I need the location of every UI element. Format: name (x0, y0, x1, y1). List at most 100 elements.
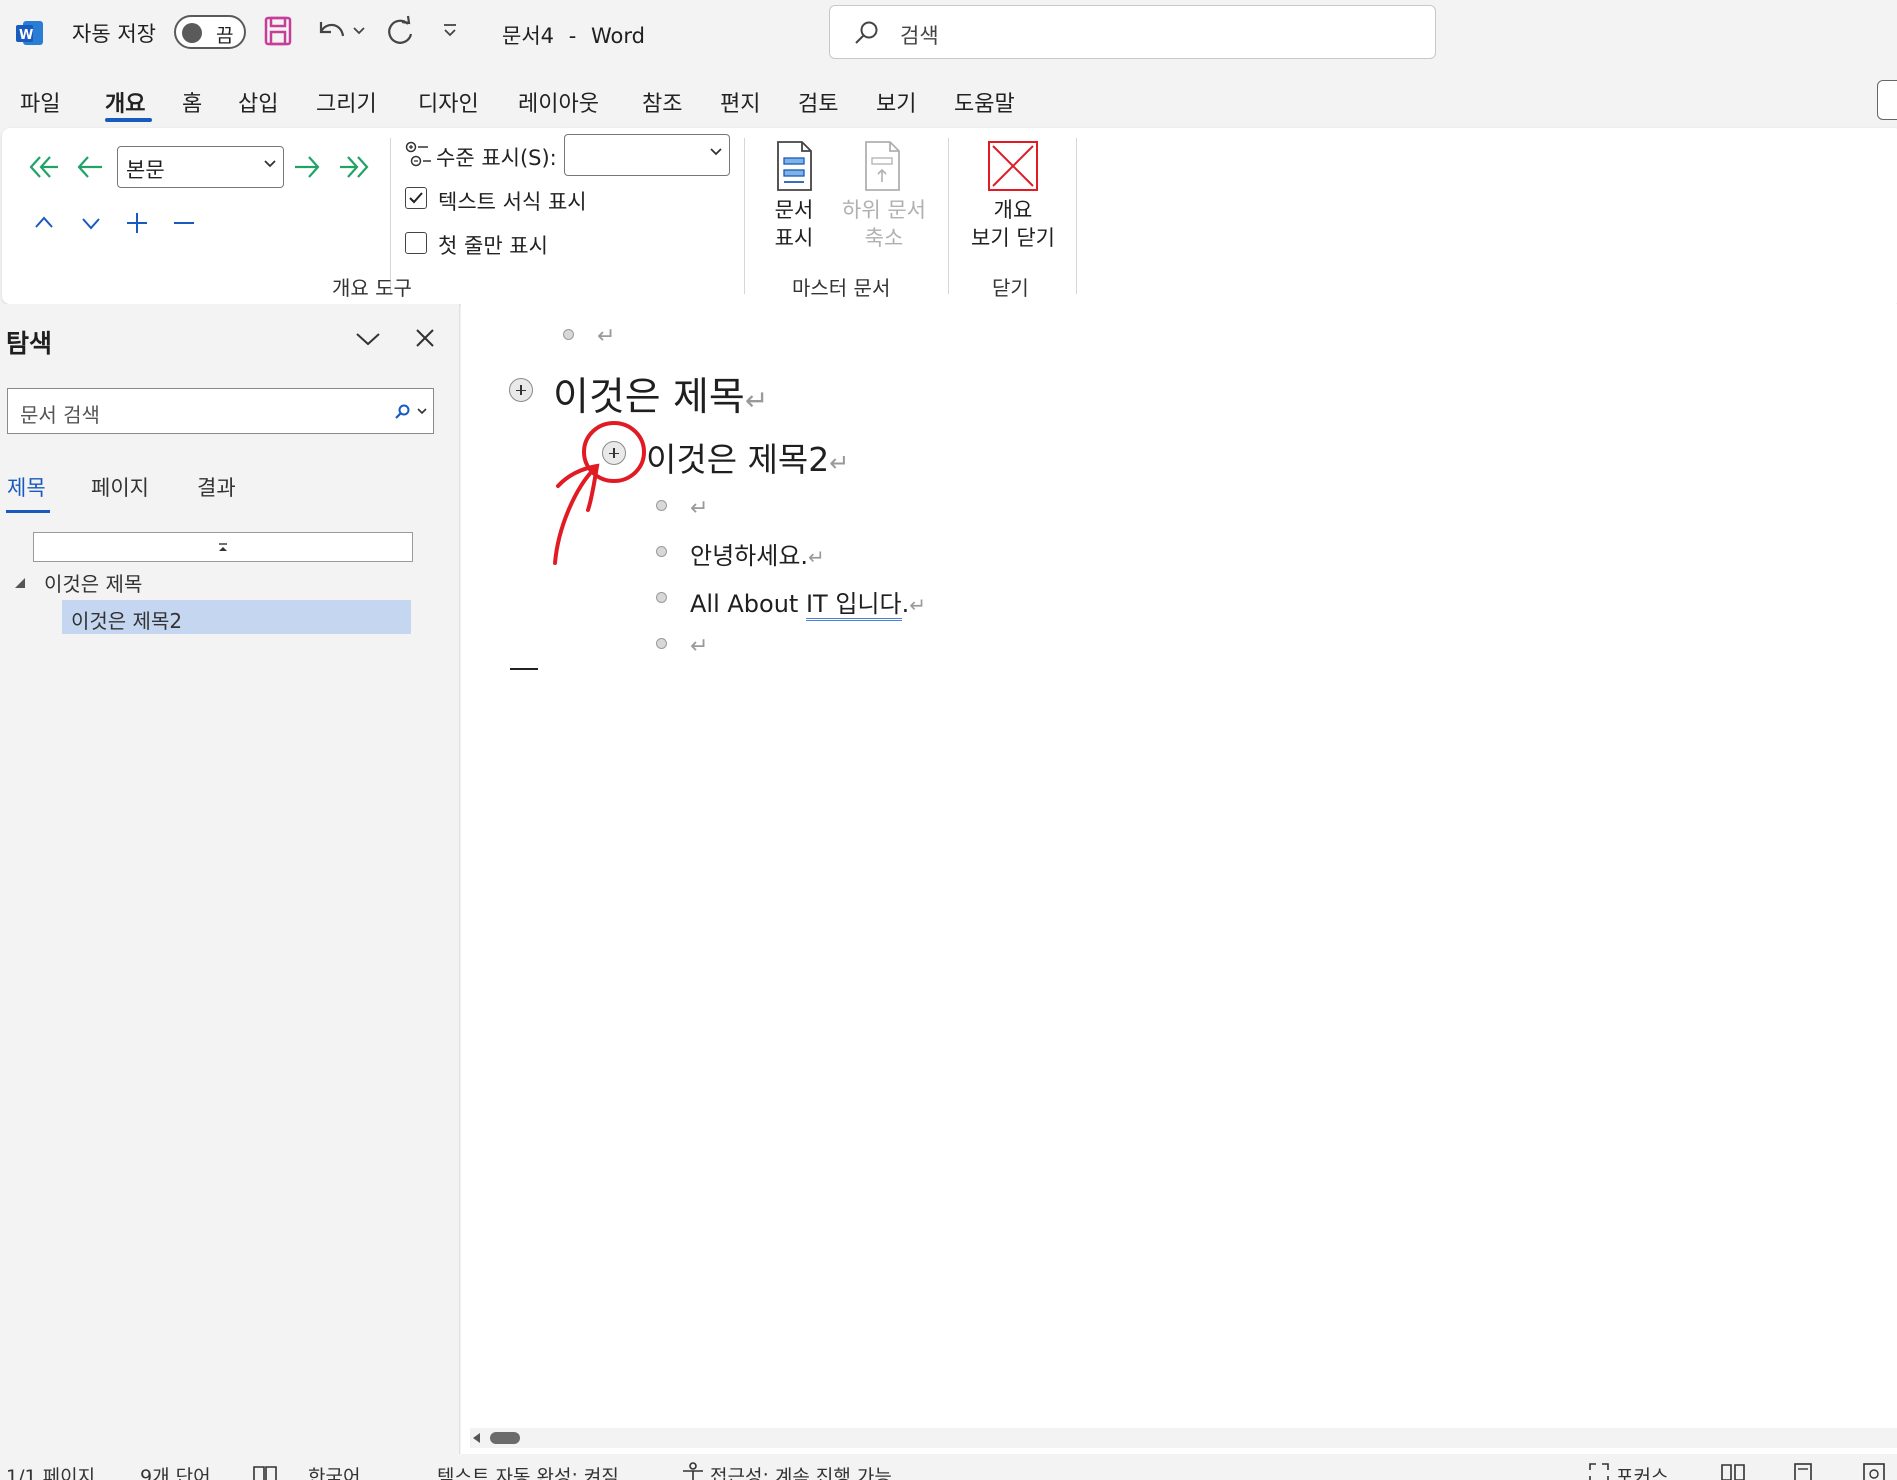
move-down-icon[interactable] (79, 212, 103, 234)
outline-level-select[interactable]: 본문 (117, 146, 284, 188)
app-name: Word (590, 24, 645, 48)
print-layout-icon[interactable] (1792, 1462, 1814, 1480)
tab-outline[interactable]: 개요 (105, 86, 145, 118)
title-bar: W 자동 저장 끔 문서4 - Word 검색 (0, 0, 1897, 66)
demote-to-body-icon[interactable] (338, 154, 370, 180)
close-pane-icon[interactable] (413, 326, 437, 350)
svg-text:W: W (19, 28, 33, 43)
page-count[interactable]: 1/1 페이지 (6, 1462, 95, 1480)
focus-icon[interactable] (1588, 1462, 1610, 1480)
outline-tools-group-label: 개요 도구 (332, 276, 412, 300)
undo-icon[interactable] (313, 14, 349, 48)
scroll-left-icon[interactable] (470, 1431, 484, 1445)
collapse-icon[interactable] (172, 211, 196, 235)
read-mode-icon[interactable] (1720, 1462, 1746, 1480)
tab-references[interactable]: 참조 (642, 86, 682, 118)
heading-1-text: 이것은 제목 (553, 375, 745, 420)
collapse-subdocuments-icon (865, 141, 900, 191)
tab-home[interactable]: 홈 (182, 86, 202, 118)
close-outline-view-icon[interactable] (987, 140, 1039, 192)
promote-to-heading1-icon[interactable] (28, 154, 60, 180)
pane-options-chevron-icon[interactable] (354, 328, 382, 350)
move-up-icon[interactable] (32, 212, 56, 234)
web-layout-icon[interactable] (1862, 1462, 1886, 1480)
autosave-label: 자동 저장 (72, 22, 156, 46)
accessibility-icon[interactable] (680, 1462, 706, 1480)
body-bullet (563, 329, 574, 340)
document-name: 문서4 (502, 24, 555, 48)
customize-toolbar-icon[interactable] (441, 22, 459, 40)
proofing-icon[interactable] (252, 1464, 280, 1480)
close-group-label: 닫기 (992, 276, 1029, 300)
nav-heading-2[interactable]: 이것은 제목2 (62, 600, 411, 634)
tab-layout[interactable]: 레이아웃 (518, 86, 599, 118)
show-first-line-only-checkbox[interactable] (405, 232, 427, 254)
tab-mailings[interactable]: 편지 (720, 86, 760, 118)
tab-insert[interactable]: 삽입 (238, 86, 278, 118)
nav-tab-headings[interactable]: 제목 (7, 472, 46, 502)
document-search-input[interactable]: 문서 검색 (7, 388, 434, 434)
heading-expand-icon[interactable] (509, 378, 533, 402)
save-icon[interactable] (263, 14, 293, 48)
horizontal-scrollbar[interactable] (470, 1428, 1897, 1448)
show-document-label-1: 문서 (774, 198, 814, 222)
grammar-underlined-text[interactable]: IT 입니다 (805, 590, 902, 621)
tab-draw[interactable]: 그리기 (316, 86, 377, 118)
group-separator (390, 138, 391, 294)
collapse-triangle-icon[interactable] (13, 576, 27, 590)
search-icon[interactable] (393, 403, 411, 421)
show-level-label: 수준 표시(S): (436, 146, 557, 170)
scrollbar-thumb[interactable] (490, 1432, 520, 1444)
heading-1[interactable]: 이것은 제목↵ (553, 366, 768, 422)
body-paragraph-2[interactable]: All About IT 입니다.↵ (690, 584, 926, 621)
close-outline-label-1: 개요 (993, 198, 1033, 222)
word-count[interactable]: 9개 단어 (140, 1462, 211, 1480)
navigation-pane: 탐색 문서 검색 제목 페이지 결과 이것은 제목 이것은 제목2 (0, 304, 460, 1454)
language[interactable]: 한국어 (308, 1462, 360, 1480)
paragraph-mark: ↵ (744, 384, 769, 417)
tab-view[interactable]: 보기 (876, 86, 916, 118)
nav-heading-1[interactable]: 이것은 제목 (44, 568, 142, 597)
word-window: W 자동 저장 끔 문서4 - Word 검색 파일 개요 홈 삽입 그리기 디… (0, 0, 1897, 1480)
focus-mode[interactable]: 포커스 (1616, 1462, 1668, 1480)
demote-icon[interactable] (292, 154, 322, 180)
show-level-select[interactable] (564, 134, 730, 176)
show-text-formatting-checkbox[interactable] (405, 187, 427, 209)
jump-to-beginning-button[interactable] (33, 532, 413, 562)
nav-tab-pages[interactable]: 페이지 (91, 472, 149, 502)
autosave-state: 끔 (216, 25, 234, 47)
close-outline-label-2: 보기 닫기 (971, 226, 1055, 250)
show-level-icon (405, 141, 431, 167)
show-document-icon[interactable] (774, 140, 814, 192)
redo-icon[interactable] (382, 14, 418, 50)
body-paragraph-1[interactable]: 안녕하세요.↵ (690, 536, 825, 571)
body-bullet (656, 592, 667, 603)
chevron-down-icon[interactable] (416, 405, 428, 417)
navigation-title: 탐색 (6, 329, 53, 358)
search-box[interactable]: 검색 (829, 5, 1436, 59)
undo-dropdown-icon[interactable] (352, 24, 366, 38)
comments-button[interactable] (1877, 80, 1897, 120)
show-first-line-only-label: 첫 줄만 표시 (438, 234, 548, 258)
tab-help[interactable]: 도움말 (954, 86, 1015, 118)
show-document-button[interactable]: 문서 표시 (768, 196, 820, 252)
nav-tab-results[interactable]: 결과 (197, 472, 236, 502)
paragraph-mark: ↵ (909, 593, 926, 617)
expand-icon[interactable] (125, 211, 149, 235)
autosave-toggle[interactable]: 끔 (174, 15, 246, 49)
tab-design[interactable]: 디자인 (418, 86, 479, 118)
document-title: 문서4 - Word (502, 20, 645, 50)
word-logo-icon: W (16, 21, 43, 45)
tab-file[interactable]: 파일 (20, 86, 60, 118)
active-tab-indicator (105, 118, 152, 122)
heading-2[interactable]: 이것은 제목2↵ (646, 433, 849, 481)
title-separator: - (568, 24, 577, 48)
end-of-document-mark (510, 668, 538, 670)
paragraph-mark: ↵ (690, 496, 709, 521)
close-outline-view-button[interactable]: 개요 보기 닫기 (960, 196, 1066, 252)
text-autocomplete-status[interactable]: 텍스트 자동 완성: 켜짐 (437, 1462, 619, 1480)
promote-icon[interactable] (76, 154, 104, 180)
tab-review[interactable]: 검토 (798, 86, 838, 118)
accessibility-status[interactable]: 접근성: 계속 진행 가능 (710, 1462, 892, 1480)
checkmark-icon (409, 192, 423, 204)
